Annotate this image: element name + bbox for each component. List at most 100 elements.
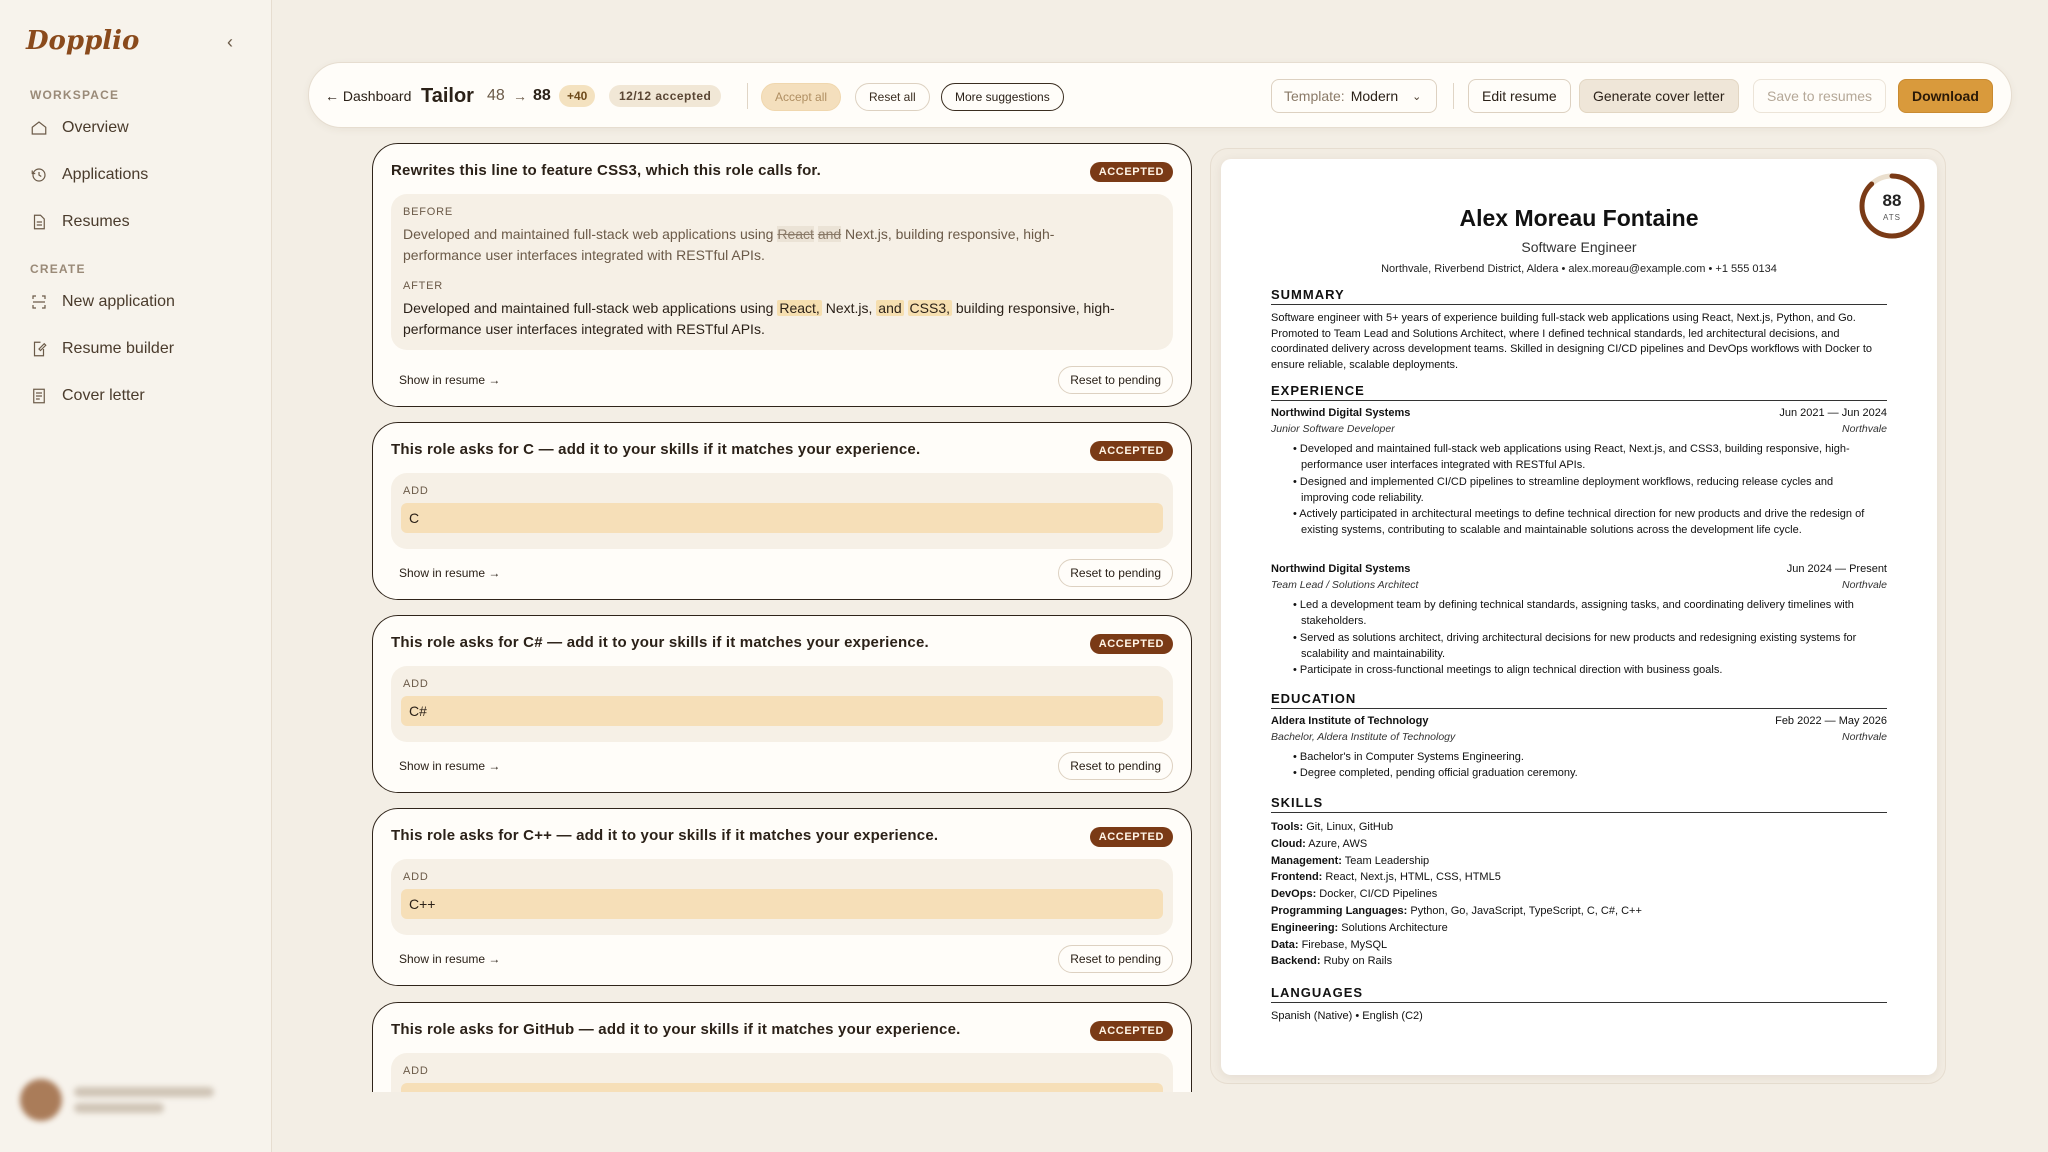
- template-value: Modern: [1350, 88, 1399, 104]
- skill-line: Management: Team Leadership: [1271, 854, 1430, 867]
- home-icon: [31, 121, 47, 135]
- arrow-right-icon: →: [513, 88, 527, 104]
- status-badge: ACCEPTED: [1089, 162, 1173, 182]
- suggestion-card: This role asks for C++ — add it to your …: [372, 808, 1192, 986]
- suggestion-card: This role asks for GitHub — add it to yo…: [372, 1002, 1192, 1092]
- generate-cover-letter-button[interactable]: Generate cover letter: [1579, 79, 1739, 113]
- document-icon: [33, 214, 45, 230]
- before-label: BEFORE: [403, 206, 454, 218]
- diff-panel: BEFORE Developed and maintained full-sta…: [391, 194, 1173, 350]
- sidebar-item-label: Cover letter: [62, 387, 145, 404]
- removed-text: React: [777, 226, 814, 242]
- after-text: Developed and maintained full-stack web …: [403, 300, 1115, 337]
- show-in-resume-link[interactable]: Show in resume →: [399, 759, 500, 773]
- reset-to-pending-button[interactable]: Reset to pending: [1058, 366, 1173, 394]
- add-panel: ADD: [391, 1053, 1173, 1092]
- add-label: ADD: [403, 485, 429, 497]
- sidebar-item-resumes[interactable]: Resumes: [30, 206, 250, 238]
- sidebar-item-cover-letter[interactable]: Cover letter: [30, 380, 250, 412]
- skill-line: Frontend: React, Next.js, HTML, CSS, HTM…: [1271, 871, 1501, 884]
- more-suggestions-button[interactable]: More suggestions: [941, 83, 1064, 111]
- removed-text: and: [817, 226, 842, 242]
- section-heading: EDUCATION: [1271, 691, 1887, 709]
- suggestion-card: This role asks for C# — add it to your s…: [372, 615, 1192, 793]
- suggestion-title: This role asks for C — add it to your sk…: [391, 441, 921, 458]
- sidebar-item-overview[interactable]: Overview: [30, 112, 250, 144]
- status-badge: ACCEPTED: [1089, 441, 1173, 461]
- sidebar-item-applications[interactable]: Applications: [30, 159, 250, 191]
- sidebar: Dopplio ‹ WORKSPACE Overview Application…: [0, 0, 272, 1152]
- suggestion-title: This role asks for GitHub — add it to yo…: [391, 1021, 961, 1038]
- job-header: Northwind Digital Systems Jun 2024 — Pres…: [1271, 563, 1887, 575]
- sidebar-item-label: Overview: [62, 119, 129, 136]
- show-in-resume-link[interactable]: Show in resume →: [399, 566, 500, 580]
- save-to-resumes-button[interactable]: Save to resumes: [1753, 79, 1887, 113]
- back-to-dashboard-link[interactable]: ← Dashboard: [325, 63, 411, 129]
- summary-text: Software engineer with 5+ years of exper…: [1271, 312, 1873, 371]
- education-subheader: Bachelor, Aldera Institute of Technology…: [1271, 731, 1887, 743]
- reset-to-pending-button[interactable]: Reset to pending: [1058, 752, 1173, 780]
- resume-contact: Northvale, Riverbend District, Aldera • …: [1381, 263, 1777, 275]
- user-account-card[interactable]: [20, 1070, 252, 1130]
- chevron-down-icon: ⌄: [1412, 90, 1422, 103]
- resume-page: 88 ATS Alex Moreau Fontaine Software Eng…: [1221, 159, 1937, 1075]
- download-button[interactable]: Download: [1898, 79, 1993, 113]
- score-after: 88: [533, 87, 551, 104]
- template-select[interactable]: Template: Modern ⌄: [1271, 79, 1437, 113]
- job-bullets: • Led a development team by defining tec…: [1293, 599, 1857, 677]
- add-panel: ADD C#: [391, 666, 1173, 742]
- app-logo[interactable]: Dopplio: [26, 26, 139, 56]
- skill-line: Tools: Git, Linux, GitHub: [1271, 821, 1394, 833]
- divider: [1453, 83, 1454, 109]
- add-label: ADD: [403, 678, 429, 690]
- nav-section-workspace: WORKSPACE: [30, 88, 120, 102]
- page-title: Tailor: [421, 84, 474, 107]
- after-label: AFTER: [403, 280, 444, 292]
- sidebar-item-resume-builder[interactable]: Resume builder: [30, 333, 250, 365]
- job-subheader: Team Lead / Solutions Architect Northvale: [1271, 579, 1887, 591]
- score-delta-badge: +40: [559, 85, 596, 107]
- status-badge: ACCEPTED: [1089, 827, 1173, 847]
- status-badge: ACCEPTED: [1089, 634, 1173, 654]
- before-text: Developed and maintained full-stack web …: [403, 226, 1055, 263]
- edit-resume-button[interactable]: Edit resume: [1468, 79, 1571, 113]
- section-heading: EXPERIENCE: [1271, 383, 1887, 401]
- education-bullets: • Bachelor's in Computer Systems Enginee…: [1293, 751, 1578, 780]
- add-label: ADD: [403, 871, 429, 883]
- reset-to-pending-button[interactable]: Reset to pending: [1058, 559, 1173, 587]
- added-text: CSS3,: [907, 300, 952, 316]
- skill-line: Programming Languages: Python, Go, JavaS…: [1271, 904, 1642, 917]
- added-skill-value: [401, 1083, 1163, 1092]
- scan-icon: [32, 295, 46, 309]
- added-text: React,: [777, 300, 822, 316]
- sidebar-item-new-application[interactable]: New application: [30, 286, 250, 318]
- reset-to-pending-button[interactable]: Reset to pending: [1058, 945, 1173, 973]
- status-badge: ACCEPTED: [1089, 1021, 1173, 1041]
- template-label: Template:: [1284, 88, 1345, 104]
- section-heading: SUMMARY: [1271, 287, 1887, 305]
- divider: [747, 83, 748, 109]
- show-in-resume-link[interactable]: Show in resume →: [399, 952, 500, 966]
- skills-list: Tools: Git, Linux, GitHub Cloud: Azure, …: [1271, 819, 1887, 970]
- show-in-resume-link[interactable]: Show in resume →: [399, 373, 500, 387]
- skill-line: Backend: Ruby on Rails: [1271, 955, 1393, 968]
- history-icon: [31, 168, 46, 182]
- edit-document-icon: [33, 341, 47, 357]
- collapse-sidebar-button[interactable]: ‹: [220, 32, 240, 52]
- add-label: ADD: [403, 1065, 429, 1077]
- reset-all-button[interactable]: Reset all: [855, 83, 930, 111]
- skill-line: DevOps: Docker, CI/CD Pipelines: [1271, 888, 1438, 901]
- suggestion-card: Rewrites this line to feature CSS3, whic…: [372, 143, 1192, 407]
- skill-line: Cloud: Azure, AWS: [1271, 837, 1368, 850]
- section-heading: LANGUAGES: [1271, 985, 1887, 1003]
- accepted-count-badge: 12/12 accepted: [609, 85, 722, 107]
- sidebar-item-label: Resumes: [62, 213, 130, 230]
- accept-all-button[interactable]: Accept all: [761, 83, 842, 111]
- languages-text: Spanish (Native) • English (C2): [1271, 1010, 1423, 1022]
- add-panel: ADD C: [391, 473, 1173, 549]
- add-panel: ADD C++: [391, 859, 1173, 935]
- score-before: 48: [487, 87, 505, 104]
- added-skill-value: C++: [401, 889, 1163, 919]
- tailor-toolbar: ← Dashboard Tailor 48 → 88 +40 12/12 acc…: [308, 62, 2012, 128]
- suggestion-title: This role asks for C# — add it to your s…: [391, 634, 929, 651]
